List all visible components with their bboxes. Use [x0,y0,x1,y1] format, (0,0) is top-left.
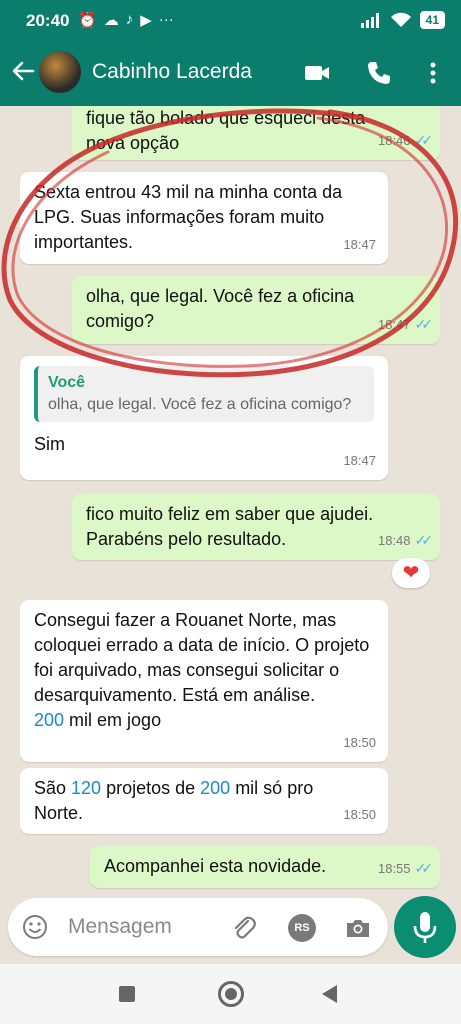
message-meta: 18:50 [343,730,376,755]
message-time: 18:47 [377,317,411,332]
message-bubble[interactable]: Você olha, que legal. Você fez a oficina… [20,356,388,480]
status-time: 20:40 [26,11,70,30]
alarm-off-icon: ⏰ [78,12,97,29]
attachment-icon[interactable] [230,914,258,942]
status-bar: 20:40 ⏰ ☁ ♪ ▶ ··· 41 [0,0,461,42]
message-text: fico muito feliz em saber que ajudei. Pa… [86,504,374,549]
video-call-icon[interactable] [302,58,332,88]
message-bubble[interactable]: fique tão bolado que esqueci desta nova … [72,106,440,160]
voice-record-button[interactable] [394,896,456,958]
quoted-text: olha, que legal. Você fez a oficina comi… [48,396,352,413]
signal-icon [360,13,379,28]
message-text: fique tão bolado que esqueci desta nova … [86,108,366,153]
message-input[interactable] [68,910,218,944]
payment-icon[interactable]: RS [288,914,316,942]
more-notifications-icon: ··· [158,11,174,28]
message-bubble[interactable]: Consegui fazer a Rouanet Norte, mas colo… [20,600,388,762]
chat-area[interactable]: fique tão bolado que esqueci desta nova … [0,106,461,896]
heart-reaction-icon[interactable]: ❤ [392,558,430,588]
message-text-part: São [34,778,72,798]
message-text: olha, que legal. Você fez a oficina comi… [86,286,355,331]
voice-call-icon[interactable] [364,58,394,88]
back-arrow-icon[interactable] [10,58,36,84]
message-bubble[interactable]: Acompanhei esta novidade. 18:55 ✓✓ [90,846,440,888]
message-time: 18:47 [343,453,376,468]
quoted-message[interactable]: Você olha, que legal. Você fez a oficina… [34,366,374,422]
number-highlight[interactable]: 200 [200,778,230,798]
message-bubble[interactable]: São 120 projetos de 200 mil só pro Norte… [20,768,388,834]
message-meta: 18:46 ✓✓ [377,128,434,153]
recent-apps-button[interactable] [119,986,135,1002]
tiktok-icon: ♪ [125,11,134,28]
home-button[interactable] [218,981,244,1007]
message-text: Consegui fazer a Rouanet Norte, mas colo… [34,608,378,733]
message-meta: 18:55 ✓✓ [377,856,434,881]
message-text-main: Consegui fazer a Rouanet Norte, mas colo… [34,610,370,705]
more-options-icon[interactable] [418,58,448,88]
message-meta: 18:48 ✓✓ [377,528,434,553]
quoted-author: Você [48,374,86,391]
message-text: Sim [34,434,65,454]
chat-header: Cabinho Lacerda [0,42,461,106]
message-time: 18:50 [343,807,376,822]
read-receipt-icon: ✓✓ [414,860,434,876]
emoji-icon[interactable] [22,914,48,940]
message-bubble[interactable]: Sexta entrou 43 mil na minha conta da LP… [20,172,388,264]
notification-icons: ⏰ ☁ ♪ ▶ ··· [78,11,174,29]
number-highlight[interactable]: 200 [34,710,64,730]
message-time: 18:55 [377,861,411,876]
system-navigation-bar [0,964,461,1024]
message-time: 18:46 [377,133,411,148]
read-receipt-icon: ✓✓ [414,132,434,148]
message-time: 18:50 [343,735,376,750]
microphone-icon [413,912,437,943]
message-text-part: projetos de [101,778,201,798]
camera-icon[interactable] [344,914,372,942]
back-button[interactable] [322,985,337,1003]
message-time: 18:48 [377,533,411,548]
cloud-icon: ☁ [103,12,119,29]
message-text: São 120 projetos de 200 mil só pro Norte… [34,776,354,826]
avatar[interactable] [38,50,82,94]
read-receipt-icon: ✓✓ [414,316,434,332]
system-icons: 41 [360,11,445,29]
message-time: 18:47 [343,237,376,252]
message-text-tail: mil em jogo [64,710,162,730]
message-meta: 18:47 ✓✓ [377,312,434,337]
message-meta: 18:47 [343,232,376,257]
message-composer: RS [8,898,388,956]
contact-name[interactable]: Cabinho Lacerda [92,60,252,84]
message-meta: 18:50 [343,802,376,827]
youtube-icon: ▶ [140,12,152,29]
number-highlight[interactable]: 120 [71,778,101,798]
message-meta: 18:47 [343,448,376,473]
message-bubble[interactable]: fico muito feliz em saber que ajudei. Pa… [72,494,440,560]
battery-icon: 41 [419,11,445,29]
wifi-icon [390,12,411,27]
message-bubble[interactable]: olha, que legal. Você fez a oficina comi… [72,276,440,344]
message-text: Sexta entrou 43 mil na minha conta da LP… [34,182,343,252]
read-receipt-icon: ✓✓ [414,532,434,548]
